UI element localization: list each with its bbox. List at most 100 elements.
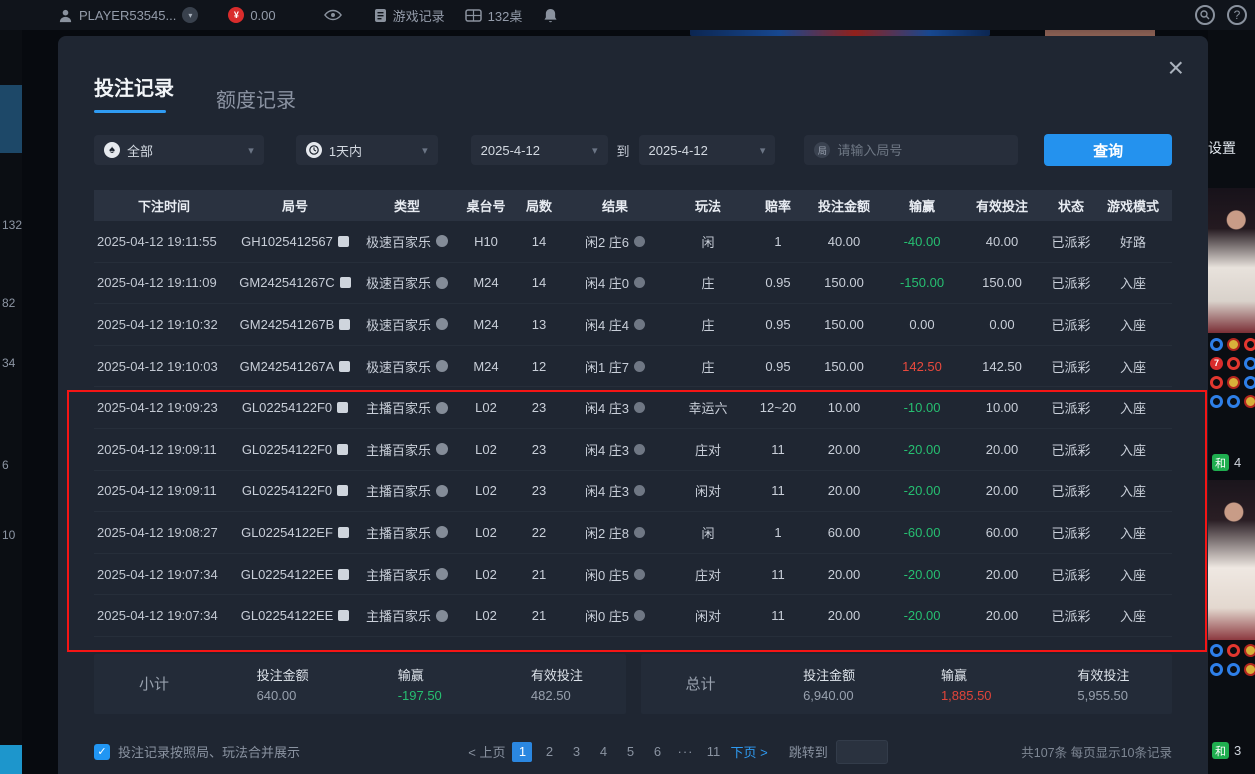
eye-icon [324, 9, 342, 21]
result-detail-icon[interactable] [634, 485, 645, 496]
page-button-1[interactable]: 1 [512, 742, 532, 762]
game-type-select[interactable]: ♠ 全部 ▾ [94, 135, 264, 165]
tab-quota-records[interactable]: 额度记录 [216, 84, 296, 113]
query-button[interactable]: 查询 [1044, 134, 1172, 166]
table-row: 2025-04-12 19:11:09GM242541267C极速百家乐M241… [94, 263, 1172, 305]
dealer-video-thumbnail[interactable] [1208, 480, 1255, 640]
cell-game-mode: 入座 [1100, 606, 1166, 625]
info-icon[interactable] [436, 318, 448, 330]
info-icon[interactable] [436, 485, 448, 497]
result-detail-icon[interactable] [634, 444, 645, 455]
cell-table-no-text: L02 [475, 442, 497, 457]
copy-icon[interactable] [339, 319, 350, 330]
cell-game-mode-text: 入座 [1120, 481, 1146, 500]
round-search-input[interactable] [837, 143, 987, 158]
tables-link[interactable]: 132桌 [465, 6, 523, 25]
info-icon[interactable] [436, 235, 448, 247]
info-icon[interactable] [436, 568, 448, 580]
cell-play: 庄对 [666, 440, 750, 459]
page-button-5[interactable]: 5 [620, 742, 640, 762]
road-bead-blue [1244, 376, 1255, 389]
balance-group[interactable]: ¥ 0.00 [228, 7, 275, 23]
cell-status-text: 已派彩 [1051, 273, 1090, 292]
cell-play-text: 庄 [701, 273, 714, 292]
cell-game-type: 主播百家乐 [356, 565, 458, 584]
account-chevron-icon[interactable]: ▾ [182, 7, 198, 23]
copy-icon[interactable] [338, 569, 349, 580]
result-detail-icon[interactable] [634, 527, 645, 538]
info-icon[interactable] [436, 402, 448, 414]
help-icon[interactable]: ? [1227, 5, 1247, 25]
copy-icon[interactable] [337, 444, 348, 455]
user-account[interactable]: PLAYER53545... ▾ [58, 7, 198, 23]
copy-icon[interactable] [338, 527, 349, 538]
copy-icon[interactable] [337, 485, 348, 496]
cell-status-text: 已派彩 [1051, 440, 1090, 459]
result-detail-icon[interactable] [634, 277, 645, 288]
sidebar-bottom-item[interactable] [0, 745, 22, 774]
result-detail-icon[interactable] [634, 236, 645, 247]
next-page-button[interactable]: 下页 > [730, 742, 767, 761]
sidebar-badge: 82 [2, 296, 15, 310]
page-button-4[interactable]: 4 [593, 742, 613, 762]
prev-page-button[interactable]: < 上页 [468, 742, 505, 761]
copy-icon[interactable] [340, 277, 351, 288]
dealer-video-thumbnail[interactable] [1208, 188, 1255, 333]
date-to-select[interactable]: 2025-4-12 ▾ [639, 135, 776, 165]
cell-table-no: M24 [458, 275, 514, 290]
road-bead-red [1227, 644, 1240, 657]
cell-game-mode-text: 入座 [1120, 523, 1146, 542]
info-icon[interactable] [436, 443, 448, 455]
result-detail-icon[interactable] [634, 402, 645, 413]
tab-bet-records[interactable]: 投注记录 [94, 72, 174, 113]
result-detail-icon[interactable] [634, 319, 645, 330]
page-button-2[interactable]: 2 [539, 742, 559, 762]
page-button-6[interactable]: 6 [647, 742, 667, 762]
page-button-3[interactable]: 3 [566, 742, 586, 762]
cell-bet-amount-text: 150.00 [824, 275, 864, 290]
result-detail-icon[interactable] [634, 569, 645, 580]
info-icon[interactable] [436, 610, 448, 622]
game-records-link[interactable]: 游戏记录 [374, 6, 445, 25]
cell-status: 已派彩 [1042, 523, 1100, 542]
result-detail-icon[interactable] [634, 610, 645, 621]
jump-page-input[interactable] [836, 740, 888, 764]
road-bead-red7: 7 [1210, 357, 1223, 370]
close-icon[interactable]: × [1168, 54, 1184, 82]
cell-game-type: 极速百家乐 [356, 357, 458, 376]
cell-valid-bet: 20.00 [962, 608, 1042, 623]
copy-icon[interactable] [337, 402, 348, 413]
username: PLAYER53545... [79, 8, 176, 23]
cell-table-no-text: H10 [474, 234, 498, 249]
info-icon[interactable] [436, 360, 448, 372]
cell-bet-time-text: 2025-04-12 19:08:27 [97, 525, 218, 540]
copy-icon[interactable] [339, 361, 350, 372]
cell-round-no: 21 [514, 567, 564, 582]
result-detail-icon[interactable] [634, 361, 645, 372]
visibility-toggle[interactable] [324, 9, 342, 21]
page-button-11[interactable]: 11 [703, 742, 723, 762]
sidebar-active-item[interactable] [0, 85, 22, 153]
cell-round-id: GL02254122F0 [234, 442, 356, 457]
cell-odds-text: 0.95 [765, 359, 790, 374]
bet-records-modal: × 投注记录 额度记录 ♠ 全部 ▾ 1天内 ▾ [58, 36, 1208, 774]
merge-checkbox[interactable]: ✓ [94, 744, 110, 760]
time-range-select[interactable]: 1天内 ▾ [296, 135, 438, 165]
info-icon[interactable] [436, 277, 448, 289]
cell-bet-amount: 20.00 [806, 608, 882, 623]
notifications-button[interactable] [544, 8, 557, 23]
date-from-select[interactable]: 2025-4-12 ▾ [471, 135, 608, 165]
info-icon[interactable] [436, 526, 448, 538]
column-header: 有效投注 [962, 196, 1042, 215]
copy-icon[interactable] [338, 236, 349, 247]
total-bet-value: 6,940.00 [803, 688, 855, 703]
copy-icon[interactable] [338, 610, 349, 621]
cell-game-type-text: 主播百家乐 [366, 440, 431, 459]
column-header: 游戏模式 [1100, 196, 1166, 215]
cell-round-id: GL02254122F0 [234, 483, 356, 498]
cell-play-text: 闲对 [695, 606, 721, 625]
column-header: 结果 [564, 196, 666, 215]
cell-game-mode: 入座 [1100, 565, 1166, 584]
cell-round-no-text: 22 [532, 525, 546, 540]
search-icon[interactable] [1195, 5, 1215, 25]
